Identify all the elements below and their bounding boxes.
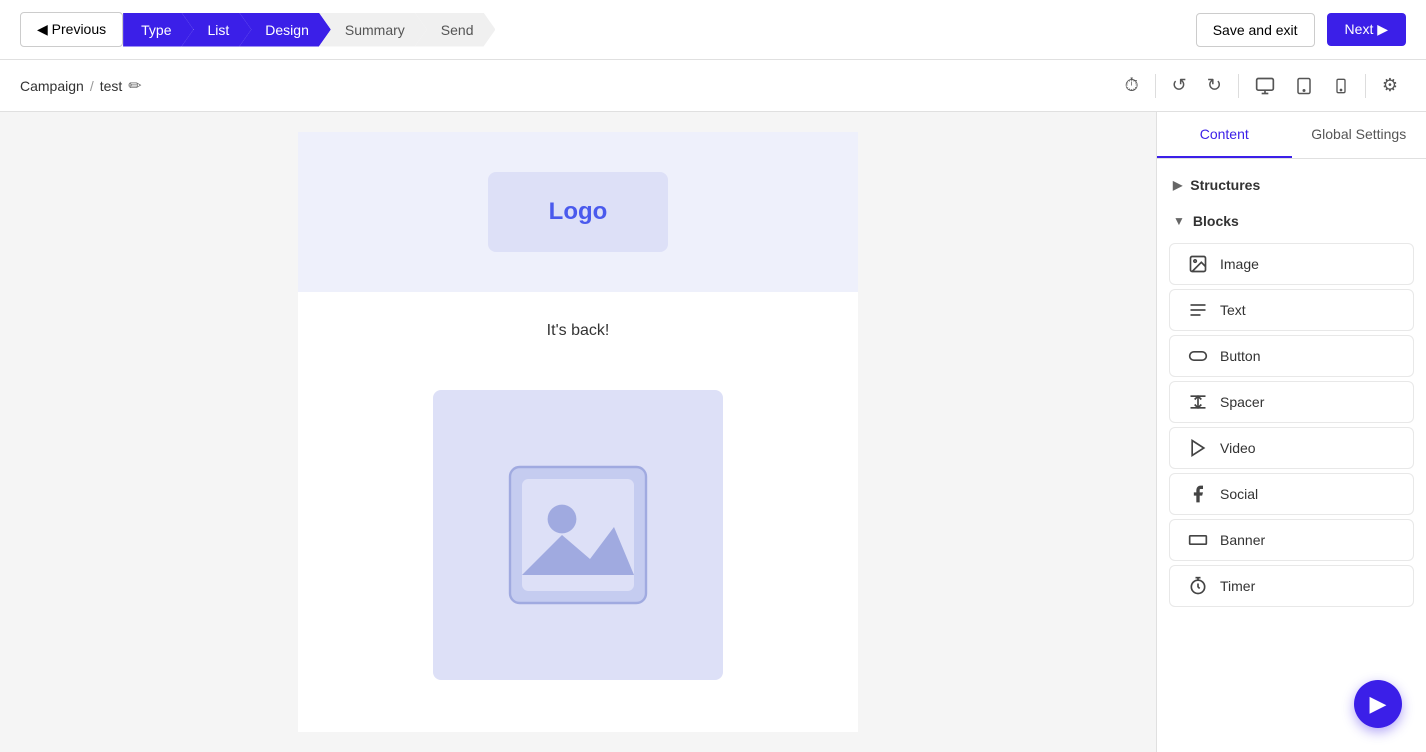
social-block-icon [1186, 484, 1210, 504]
image-placeholder[interactable] [433, 390, 723, 680]
mobile-icon[interactable] [1325, 72, 1357, 100]
text-block-icon [1186, 300, 1210, 320]
toolbar-divider-3 [1365, 74, 1366, 98]
blocks-label: Blocks [1193, 213, 1239, 229]
tab-global-settings[interactable]: Global Settings [1292, 112, 1426, 158]
image-block [298, 370, 858, 720]
desktop-icon[interactable] [1247, 70, 1283, 102]
step-design[interactable]: Design [239, 13, 331, 47]
edit-icon[interactable]: ✏ [128, 76, 141, 96]
next-button[interactable]: Next ▶ [1327, 13, 1406, 46]
text-block: It's back! [298, 292, 858, 370]
toolbar-divider [1155, 74, 1156, 98]
block-label-banner: Banner [1220, 532, 1265, 548]
top-navigation: ◀ Previous Type List Design Summary Send… [0, 0, 1426, 60]
structures-section-header[interactable]: ▶ Structures [1157, 167, 1426, 203]
block-item-image[interactable]: Image [1169, 243, 1414, 285]
breadcrumb-separator: / [90, 78, 94, 94]
block-label-social: Social [1220, 486, 1258, 502]
block-item-spacer[interactable]: Spacer [1169, 381, 1414, 423]
blocks-section-header[interactable]: ▼ Blocks [1157, 203, 1426, 239]
structures-chevron: ▶ [1173, 178, 1182, 192]
spacer-block-icon [1186, 392, 1210, 412]
logo-block: Logo [298, 132, 858, 292]
undo-icon[interactable]: ↺ [1164, 69, 1195, 102]
step-send[interactable]: Send [415, 13, 496, 47]
panel-body: ▶ Structures ▼ Blocks Image Text [1157, 159, 1426, 752]
breadcrumb: Campaign / test ✏ [20, 76, 142, 96]
step-navigation: Type List Design Summary Send [123, 13, 483, 47]
panel-tabs: Content Global Settings [1157, 112, 1426, 159]
right-panel: Content Global Settings ▶ Structures ▼ B… [1156, 112, 1426, 752]
settings-icon[interactable]: ⚙ [1374, 69, 1406, 102]
toolbar-icons: ⏱ ↺ ↻ ⚙ [1117, 69, 1406, 102]
block-label-text: Text [1220, 302, 1246, 318]
banner-block-icon [1186, 530, 1210, 550]
tablet-icon[interactable] [1287, 71, 1321, 101]
nav-right: Save and exit Next ▶ [1196, 13, 1406, 47]
block-label-spacer: Spacer [1220, 394, 1264, 410]
body-text: It's back! [547, 322, 610, 339]
block-label-video: Video [1220, 440, 1256, 456]
block-label-button: Button [1220, 348, 1260, 364]
history-icon[interactable]: ⏱ [1117, 69, 1147, 102]
block-label-image: Image [1220, 256, 1259, 272]
tab-content[interactable]: Content [1157, 112, 1292, 158]
block-item-timer[interactable]: Timer [1169, 565, 1414, 607]
timer-block-icon [1186, 576, 1210, 596]
blocks-chevron: ▼ [1173, 214, 1185, 228]
main-layout: Logo It's back! [0, 112, 1426, 752]
step-summary[interactable]: Summary [319, 13, 427, 47]
breadcrumb-test: test [100, 78, 123, 94]
fab-button[interactable]: ▶ [1354, 680, 1402, 728]
toolbar-divider-2 [1238, 74, 1239, 98]
step-type[interactable]: Type [123, 13, 193, 47]
block-item-banner[interactable]: Banner [1169, 519, 1414, 561]
save-exit-button[interactable]: Save and exit [1196, 13, 1315, 47]
image-block-icon [1186, 254, 1210, 274]
video-block-icon [1186, 438, 1210, 458]
logo-box[interactable]: Logo [488, 172, 668, 252]
logo-text: Logo [549, 198, 608, 226]
block-item-video[interactable]: Video [1169, 427, 1414, 469]
structures-label: Structures [1190, 177, 1260, 193]
breadcrumb-campaign: Campaign [20, 78, 84, 94]
button-block-icon [1186, 346, 1210, 366]
redo-icon[interactable]: ↻ [1199, 69, 1230, 102]
email-canvas: Logo It's back! [298, 132, 858, 732]
previous-button[interactable]: ◀ Previous [20, 12, 123, 47]
canvas-area: Logo It's back! [0, 112, 1156, 752]
block-item-button[interactable]: Button [1169, 335, 1414, 377]
block-item-text[interactable]: Text [1169, 289, 1414, 331]
block-label-timer: Timer [1220, 578, 1255, 594]
sub-header: Campaign / test ✏ ⏱ ↺ ↻ ⚙ [0, 60, 1426, 112]
block-item-social[interactable]: Social [1169, 473, 1414, 515]
